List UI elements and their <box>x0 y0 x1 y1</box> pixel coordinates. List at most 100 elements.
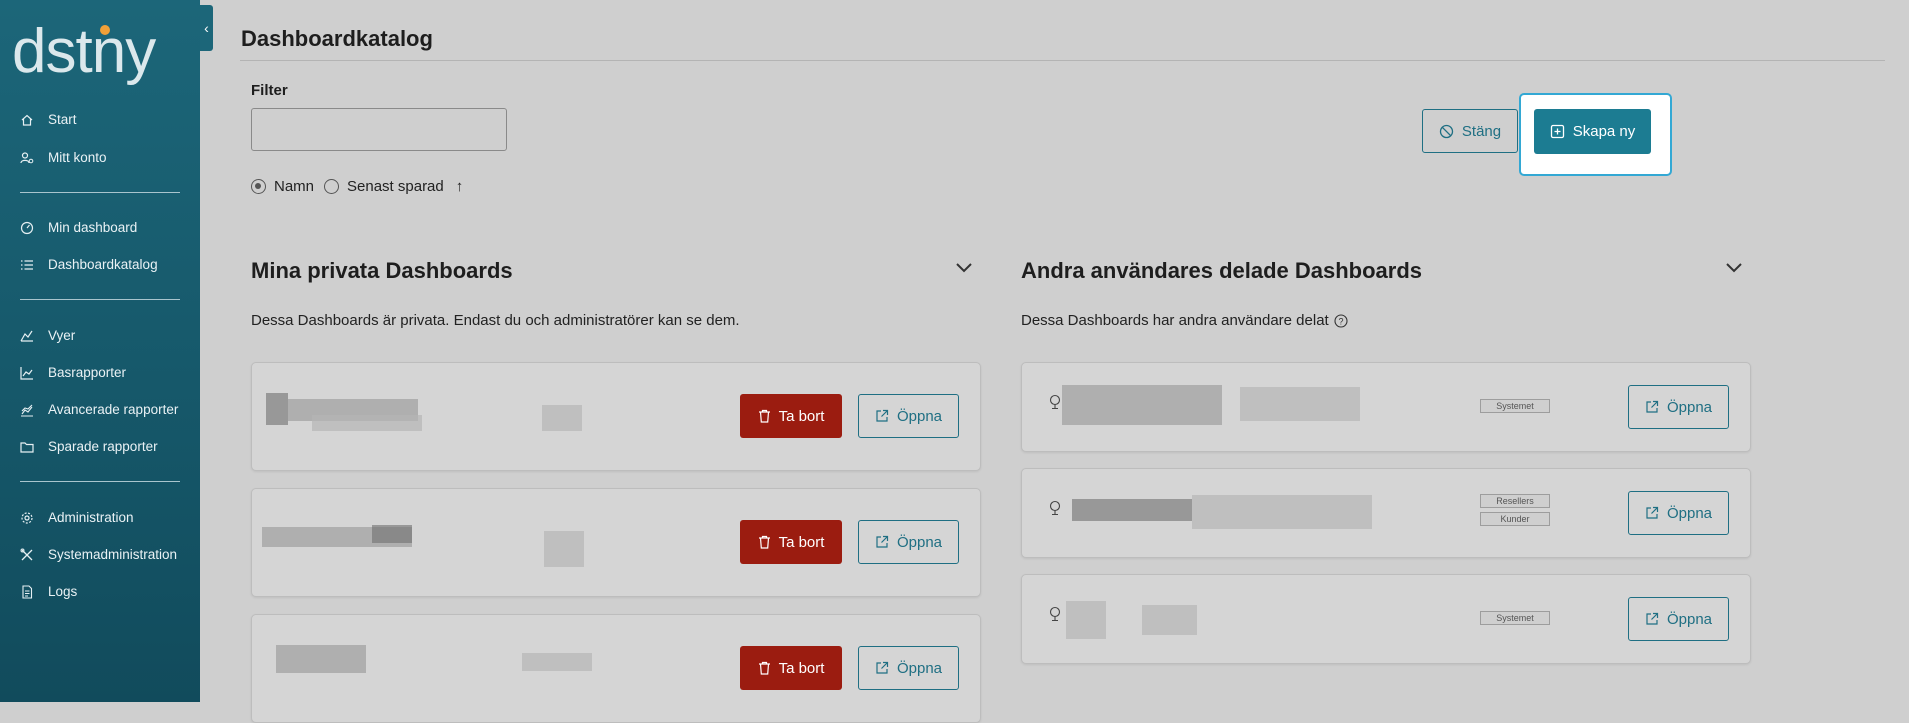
open-button-label: Öppna <box>896 659 943 677</box>
sidebar-item-label: Start <box>48 112 77 127</box>
external-link-icon <box>876 409 889 422</box>
chevron-down-icon[interactable] <box>1725 262 1743 274</box>
private-dashboards-title: Mina privata Dashboards <box>251 258 513 283</box>
shared-dashboard-card[interactable]: Systemet Öppna <box>1021 362 1751 452</box>
sidebar-item-label: Dashboardkatalog <box>48 257 158 272</box>
sidebar-item-administration[interactable]: Administration <box>20 510 134 525</box>
sidebar-item-dashboardkatalog[interactable]: Dashboardkatalog <box>20 257 158 272</box>
dashboard-card[interactable]: Ta bort Öppna <box>251 362 981 471</box>
sidebar: dstny Start Mitt konto Min dashboard Das… <box>0 0 200 702</box>
sidebar-item-label: Administration <box>48 510 134 525</box>
gauge-icon <box>20 221 34 234</box>
open-button[interactable]: Öppna <box>1628 491 1729 535</box>
create-new-button[interactable]: Skapa ny <box>1534 109 1651 154</box>
open-button-label: Öppna <box>1666 398 1713 416</box>
delete-button-label: Ta bort <box>778 407 825 425</box>
page-title: Dashboardkatalog <box>241 26 433 51</box>
open-button[interactable]: Öppna <box>858 646 959 690</box>
shared-dashboards-description: Dessa Dashboards har andra användare del… <box>1021 312 1348 329</box>
home-icon <box>21 114 33 126</box>
redacted-text <box>1072 499 1192 521</box>
sidebar-item-label: Min dashboard <box>48 220 138 235</box>
sidebar-divider <box>20 299 180 300</box>
arrow-up-icon[interactable]: ↑ <box>456 178 464 195</box>
close-button-label: Stäng <box>1461 122 1502 140</box>
shared-description-text: Dessa Dashboards har andra användare del… <box>1021 312 1329 329</box>
globe-icon <box>1049 500 1061 516</box>
sort-radio-name[interactable] <box>251 179 266 194</box>
trash-icon <box>758 409 770 423</box>
sidebar-item-sparade-rapporter[interactable]: Sparade rapporter <box>20 439 158 454</box>
open-button[interactable]: Öppna <box>858 520 959 564</box>
shared-dashboard-card[interactable]: Systemet Öppna <box>1021 574 1751 664</box>
logo-text: dstny <box>12 17 156 86</box>
external-link-icon <box>876 661 889 674</box>
sidebar-item-systemadministration[interactable]: Systemadministration <box>20 547 177 562</box>
delete-button-label: Ta bort <box>778 659 825 677</box>
help-icon[interactable]: ? <box>1334 313 1348 328</box>
tag-badge: Kunder <box>1480 512 1550 526</box>
redacted-text <box>372 525 412 543</box>
redacted-text <box>1192 495 1372 529</box>
delete-button[interactable]: Ta bort <box>740 394 842 438</box>
redacted-text <box>1062 385 1222 425</box>
chevron-down-icon[interactable] <box>955 262 973 274</box>
sidebar-item-label: Basrapporter <box>48 365 127 380</box>
open-button-label: Öppna <box>1666 504 1713 522</box>
delete-button[interactable]: Ta bort <box>740 520 842 564</box>
document-icon <box>22 584 33 599</box>
redacted-text <box>544 531 584 567</box>
sort-options: Namn Senast sparad ↑ <box>251 178 463 195</box>
delete-button[interactable]: Ta bort <box>740 646 842 690</box>
open-button-label: Öppna <box>896 407 943 425</box>
gear-icon <box>21 511 33 524</box>
external-link-icon <box>1646 506 1659 519</box>
redacted-text <box>1142 605 1197 635</box>
sidebar-item-label: Avancerade rapporter <box>48 402 179 417</box>
globe-icon <box>1049 394 1061 410</box>
dashboard-card[interactable]: Ta bort Öppna <box>251 488 981 597</box>
filter-label: Filter <box>251 82 288 99</box>
redacted-text <box>276 645 366 673</box>
title-divider <box>240 60 1885 61</box>
create-new-label: Skapa ny <box>1572 123 1636 140</box>
sidebar-item-mitt-konto[interactable]: Mitt konto <box>20 150 107 165</box>
redacted-text <box>542 405 582 431</box>
shared-dashboards-title: Andra användares delade Dashboards <box>1021 258 1423 283</box>
open-button[interactable]: Öppna <box>1628 385 1729 429</box>
tools-icon <box>20 548 33 560</box>
sidebar-item-label: Sparade rapporter <box>48 439 158 454</box>
plus-square-icon <box>1550 124 1564 139</box>
external-link-icon <box>1646 612 1659 625</box>
external-link-icon <box>876 535 889 548</box>
open-button[interactable]: Öppna <box>1628 597 1729 641</box>
tag-badge: Resellers <box>1480 494 1550 508</box>
sort-radio-last-saved[interactable] <box>324 179 340 194</box>
folder-icon <box>20 441 34 453</box>
sidebar-divider <box>20 192 180 193</box>
delete-button-label: Ta bort <box>778 533 825 551</box>
advanced-chart-icon <box>21 404 33 417</box>
sidebar-item-avancerade-rapporter[interactable]: Avancerade rapporter <box>20 402 178 417</box>
trash-icon <box>758 535 770 549</box>
sidebar-item-vyer[interactable]: Vyer <box>20 328 75 343</box>
redacted-text <box>1066 601 1106 639</box>
open-button-label: Öppna <box>1666 610 1713 628</box>
svg-text:?: ? <box>1338 316 1343 326</box>
dstny-logo[interactable]: dstny <box>12 8 192 88</box>
sidebar-item-label: Logs <box>48 584 78 599</box>
globe-icon <box>1049 606 1061 622</box>
dashboard-card[interactable]: Ta bort Öppna <box>251 614 981 723</box>
filter-input[interactable] <box>251 108 507 151</box>
sidebar-item-start[interactable]: Start <box>20 112 77 127</box>
sidebar-item-logs[interactable]: Logs <box>20 584 77 599</box>
sidebar-item-basrapporter[interactable]: Basrapporter <box>20 365 126 380</box>
sidebar-item-min-dashboard[interactable]: Min dashboard <box>20 220 137 235</box>
open-button-label: Öppna <box>896 533 943 551</box>
shared-dashboard-card[interactable]: Resellers Kunder Öppna <box>1021 468 1751 558</box>
redacted-text <box>266 393 288 425</box>
open-button[interactable]: Öppna <box>858 394 959 438</box>
sidebar-item-label: Mitt konto <box>48 150 107 165</box>
main-content: Dashboardkatalog Filter Namn Senast spar… <box>200 0 1909 723</box>
close-button[interactable]: Stäng <box>1422 109 1518 153</box>
